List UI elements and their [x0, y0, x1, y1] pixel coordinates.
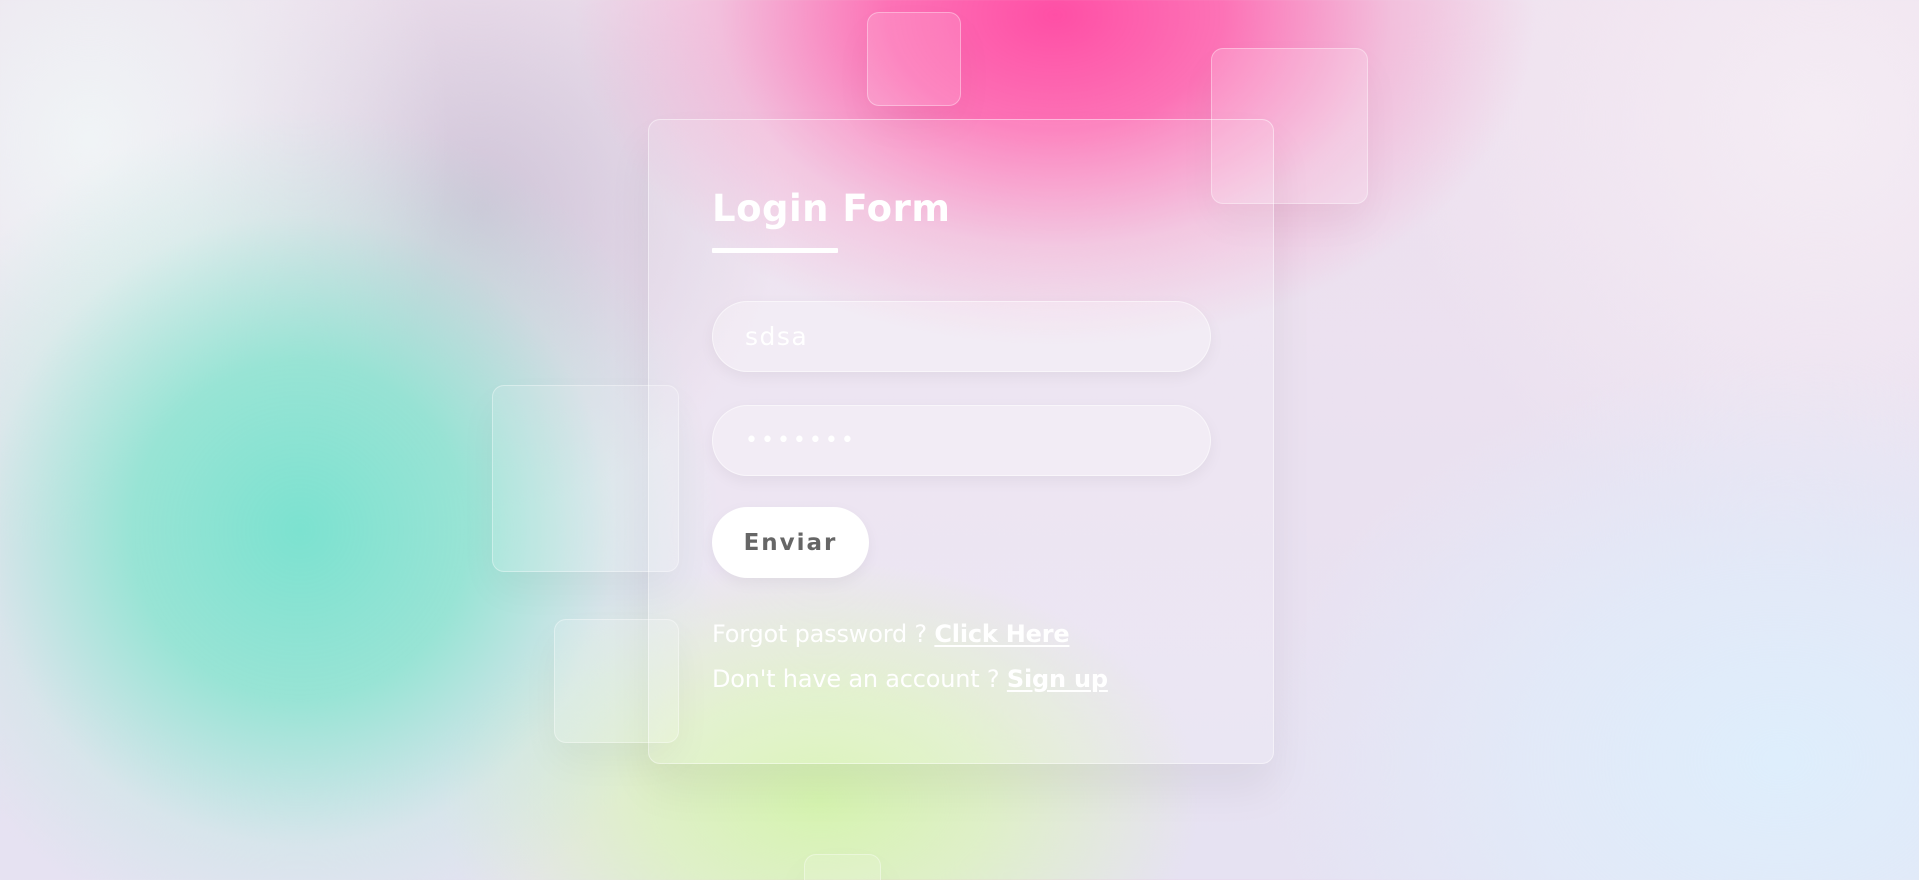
title-underline	[712, 248, 838, 253]
submit-button[interactable]: Enviar	[712, 507, 869, 578]
decorative-square-lower	[554, 619, 679, 743]
forgot-password-line: Forgot password ? Click Here	[712, 620, 1070, 648]
signup-text: Don't have an account ?	[712, 665, 1007, 693]
username-input[interactable]	[712, 301, 1211, 372]
decorative-square-left	[492, 385, 679, 572]
form-title: Login Form	[712, 187, 951, 230]
forgot-password-text: Forgot password ?	[712, 620, 935, 648]
login-card: Login Form Enviar Forgot password ? Clic…	[648, 119, 1274, 764]
decorative-square-top	[867, 12, 961, 106]
signup-line: Don't have an account ? Sign up	[712, 665, 1108, 693]
signup-link[interactable]: Sign up	[1007, 665, 1108, 693]
decorative-square-bottom	[804, 854, 881, 880]
password-input[interactable]	[712, 405, 1211, 476]
forgot-password-link[interactable]: Click Here	[934, 620, 1069, 648]
